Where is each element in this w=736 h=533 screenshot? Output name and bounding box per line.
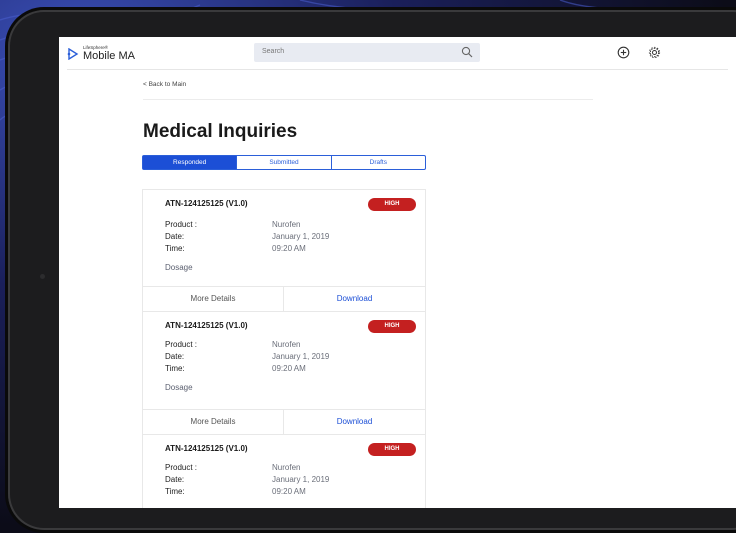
inquiry-list: ATN-124125125 (V1.0) HIGH Product : Nuro… <box>142 189 426 508</box>
product-label: Product : <box>165 340 198 349</box>
product-label: Product : <box>165 220 198 229</box>
inquiry-card: ATN-124125125 (V1.0) HIGH Product : Nuro… <box>143 433 425 508</box>
date-label: Date: <box>165 475 185 484</box>
priority-badge: HIGH <box>368 443 416 456</box>
page-title: Medical Inquiries <box>143 121 298 142</box>
search-input[interactable]: Search <box>254 43 480 62</box>
topic-label: Dosage <box>165 263 193 272</box>
header-divider <box>67 69 728 70</box>
app-screen: LifeSphere® Mobile MA Search < Back to M… <box>59 37 736 508</box>
inquiry-card: ATN-124125125 (V1.0) HIGH Product : Nuro… <box>143 190 425 286</box>
topic-label: Dosage <box>165 383 193 392</box>
download-button[interactable]: Download <box>284 287 425 311</box>
add-circle-icon[interactable] <box>617 46 630 59</box>
card-actions: More Details Download <box>143 409 425 435</box>
product-value: Nurofen <box>272 463 301 472</box>
time-value: 09:20 AM <box>272 487 306 496</box>
card-actions: More Details Download <box>143 286 425 312</box>
camera-dot <box>40 274 45 279</box>
logo-product-name: Mobile MA <box>83 49 135 62</box>
section-divider <box>143 99 593 100</box>
time-value: 09:20 AM <box>272 364 306 373</box>
product-value: Nurofen <box>272 220 301 229</box>
date-label: Date: <box>165 232 185 241</box>
date-label: Date: <box>165 352 185 361</box>
date-value: January 1, 2019 <box>272 232 330 241</box>
product-label: Product : <box>165 463 198 472</box>
time-value: 09:20 AM <box>272 244 306 253</box>
back-link[interactable]: < Back to Main <box>143 81 186 88</box>
search-placeholder: Search <box>262 48 285 55</box>
inquiry-id: ATN-124125125 (V1.0) <box>165 444 248 453</box>
logo-arrow-icon <box>67 47 79 60</box>
more-details-button[interactable]: More Details <box>143 287 284 311</box>
app-logo: LifeSphere® Mobile MA <box>67 45 135 62</box>
inquiry-id: ATN-124125125 (V1.0) <box>165 321 248 330</box>
time-label: Time: <box>165 364 185 373</box>
inquiry-card: ATN-124125125 (V1.0) HIGH Product : Nuro… <box>143 310 425 406</box>
priority-badge: HIGH <box>368 320 416 333</box>
inquiry-id: ATN-124125125 (V1.0) <box>165 199 248 208</box>
tab-drafts[interactable]: Drafts <box>332 156 425 169</box>
tab-submitted[interactable]: Submitted <box>237 156 332 169</box>
product-value: Nurofen <box>272 340 301 349</box>
download-button[interactable]: Download <box>284 410 425 434</box>
tab-responded[interactable]: Responded <box>143 156 238 169</box>
date-value: January 1, 2019 <box>272 352 330 361</box>
time-label: Time: <box>165 244 185 253</box>
date-value: January 1, 2019 <box>272 475 330 484</box>
more-details-button[interactable]: More Details <box>143 410 284 434</box>
priority-badge: HIGH <box>368 198 416 211</box>
gear-icon[interactable] <box>648 46 661 59</box>
inquiry-tabs: Responded Submitted Drafts <box>142 155 426 170</box>
time-label: Time: <box>165 487 185 496</box>
search-icon[interactable] <box>461 46 473 58</box>
app-header: LifeSphere® Mobile MA Search <box>59 37 736 69</box>
